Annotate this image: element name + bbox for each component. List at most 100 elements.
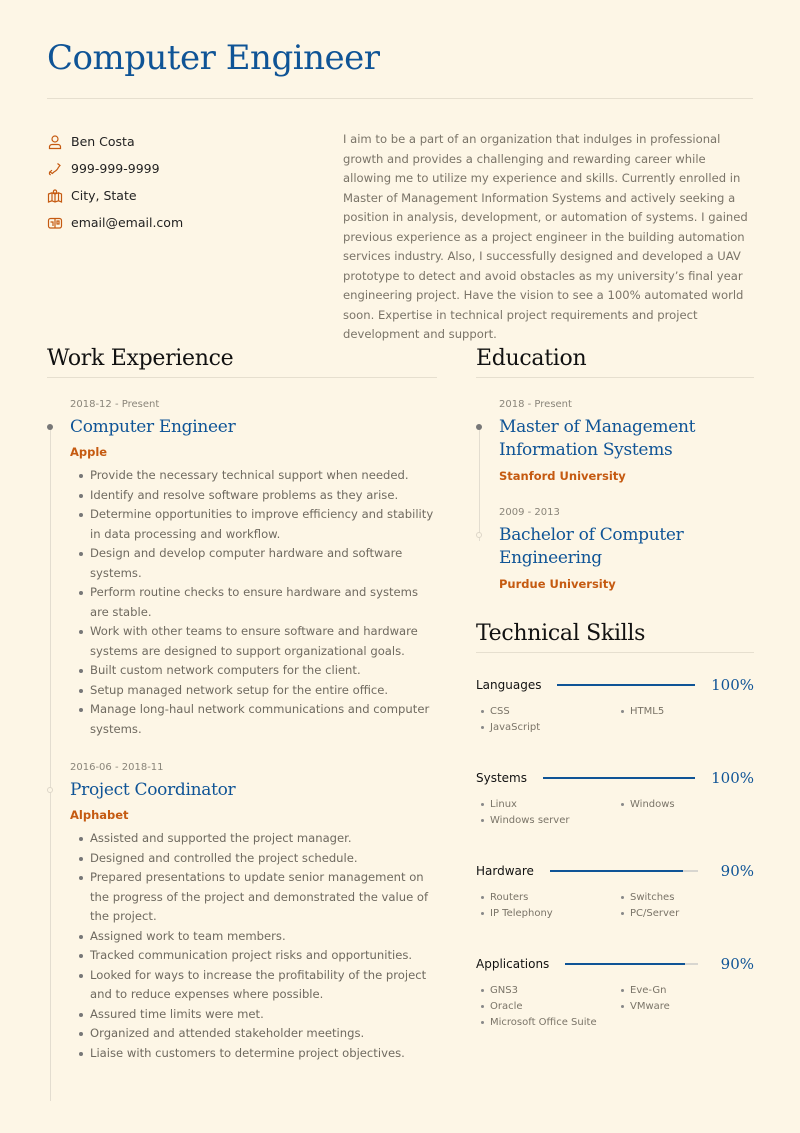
skill-item: Windows server — [480, 813, 620, 829]
list-item: Provide the necessary technical support … — [78, 466, 437, 486]
contact-name: Ben Costa — [47, 128, 183, 155]
list-item: Setup managed network setup for the enti… — [78, 681, 437, 701]
section-divider — [47, 377, 437, 378]
skill-item: Oracle — [480, 999, 620, 1015]
skill-progress-bar — [543, 777, 696, 779]
skill-item: Windows — [620, 797, 760, 813]
skill-items: Linux Windows Windows server — [476, 797, 754, 829]
timeline-line — [50, 426, 51, 1101]
person-icon — [47, 134, 63, 150]
skill-name: Hardware — [476, 864, 534, 878]
entry-date: 2009 - 2013 — [499, 507, 560, 518]
skill-progress-fill — [557, 684, 696, 686]
skill-percent: 100% — [711, 769, 754, 787]
list-item: Manage long-haul network communications … — [78, 700, 437, 739]
list-item: Work with other teams to ensure software… — [78, 622, 437, 661]
skill-percent: 90% — [720, 955, 754, 973]
skill-name: Languages — [476, 678, 542, 692]
section-title: Technical Skills — [476, 621, 646, 646]
timeline-line — [479, 426, 480, 541]
section-title: Work Experience — [47, 346, 234, 371]
responsibility-list: Assisted and supported the project manag… — [70, 829, 437, 1063]
skill-item: Linux — [480, 797, 620, 813]
list-item: Assigned work to team members. — [78, 927, 437, 947]
job-title: Project Coordinator — [70, 780, 236, 800]
school-name: Stanford University — [499, 469, 626, 483]
timeline-dot-past — [476, 532, 482, 538]
list-item: Assisted and supported the project manag… — [78, 829, 437, 849]
skill-item: Eve-Gn — [620, 983, 760, 999]
skill-group: Systems 100% Linux Windows Windows serve… — [476, 768, 754, 829]
list-item: Assured time limits were met. — [78, 1005, 437, 1025]
work-timeline: 2018-12 - Present Computer Engineer Appl… — [47, 398, 437, 1101]
list-item: Determine opportunities to improve effic… — [78, 505, 437, 544]
school-name: Purdue University — [499, 577, 616, 591]
map-icon — [47, 188, 63, 204]
skill-name: Systems — [476, 771, 527, 785]
education-entry: 2018 - Present Master of Management Info… — [476, 398, 754, 484]
list-item: Tracked communication project risks and … — [78, 946, 437, 966]
skill-group: Languages 100% CSS HTML5 JavaScript — [476, 675, 754, 736]
page-title: Computer Engineer — [47, 38, 380, 78]
degree-title: Bachelor of Computer Engineering — [499, 525, 684, 568]
section-divider — [476, 652, 754, 653]
technical-skills-section: Technical Skills Languages 100% CSS HTML… — [476, 621, 754, 1031]
skill-items: CSS HTML5 JavaScript — [476, 704, 754, 736]
skill-progress-fill — [549, 870, 684, 872]
skill-progress-bar — [557, 684, 696, 686]
skill-item: IP Telephony — [480, 906, 620, 922]
phone-icon — [47, 161, 63, 177]
section-title: Education — [476, 346, 587, 371]
profile-summary: I aim to be a part of an organization th… — [343, 132, 748, 341]
contact-location: City, State — [47, 182, 183, 209]
list-item: Designed and controlled the project sche… — [78, 849, 437, 869]
skill-item: VMware — [620, 999, 760, 1015]
skill-item: CSS — [480, 704, 620, 720]
skill-item: PC/Server — [620, 906, 760, 922]
list-item: Prepared presentations to update senior … — [78, 868, 437, 927]
company-name: Apple — [70, 445, 108, 459]
skill-item: JavaScript — [480, 720, 620, 736]
skill-item: Microsoft Office Suite — [480, 1015, 620, 1031]
list-item: Built custom network computers for the c… — [78, 661, 437, 681]
work-entry: 2018-12 - Present Computer Engineer Appl… — [47, 398, 437, 739]
timeline-dot-past — [47, 787, 53, 793]
skill-item: Routers — [480, 890, 620, 906]
work-experience-section: Work Experience 2018-12 - Present Comput… — [47, 346, 437, 1101]
skill-item: GNS3 — [480, 983, 620, 999]
company-name: Alphabet — [70, 808, 129, 822]
timeline-dot-current — [47, 424, 53, 430]
entry-date: 2018-12 - Present — [70, 399, 160, 410]
skill-group: Applications 90% GNS3 Eve-Gn Oracle VMwa… — [476, 954, 754, 1031]
education-timeline: 2018 - Present Master of Management Info… — [476, 398, 754, 592]
education-entry: 2009 - 2013 Bachelor of Computer Enginee… — [476, 506, 754, 592]
skill-progress-bar — [549, 870, 698, 872]
section-divider — [476, 377, 754, 378]
skill-progress-fill — [543, 777, 696, 779]
skill-item: HTML5 — [620, 704, 760, 720]
skill-group: Hardware 90% Routers Switches IP Telepho… — [476, 861, 754, 922]
responsibility-list: Provide the necessary technical support … — [70, 466, 437, 739]
skill-items: GNS3 Eve-Gn Oracle VMware Microsoft Offi… — [476, 983, 754, 1031]
contact-email: email@email.com — [47, 209, 183, 236]
entry-date: 2018 - Present — [499, 399, 572, 410]
skill-percent: 90% — [720, 862, 754, 880]
skill-item: Switches — [620, 890, 760, 906]
list-item: Identify and resolve software problems a… — [78, 486, 437, 506]
mailbox-icon — [47, 215, 63, 231]
education-section: Education 2018 - Present Master of Manag… — [476, 346, 754, 614]
contact-list: Ben Costa 999-999-9999 City, State email… — [47, 128, 183, 236]
entry-date: 2016-06 - 2018-11 — [70, 762, 164, 773]
job-title: Computer Engineer — [70, 417, 236, 437]
work-entry: 2016-06 - 2018-11 Project Coordinator Al… — [47, 761, 437, 1063]
skill-items: Routers Switches IP Telephony PC/Server — [476, 890, 754, 922]
skill-progress-fill — [565, 963, 685, 965]
list-item: Looked for ways to increase the profitab… — [78, 966, 437, 1005]
contact-phone: 999-999-9999 — [47, 155, 183, 182]
list-item: Design and develop computer hardware and… — [78, 544, 437, 583]
skill-name: Applications — [476, 957, 550, 971]
timeline-dot-current — [476, 424, 482, 430]
list-item: Perform routine checks to ensure hardwar… — [78, 583, 437, 622]
skill-progress-bar — [565, 963, 698, 965]
skill-percent: 100% — [711, 676, 754, 694]
